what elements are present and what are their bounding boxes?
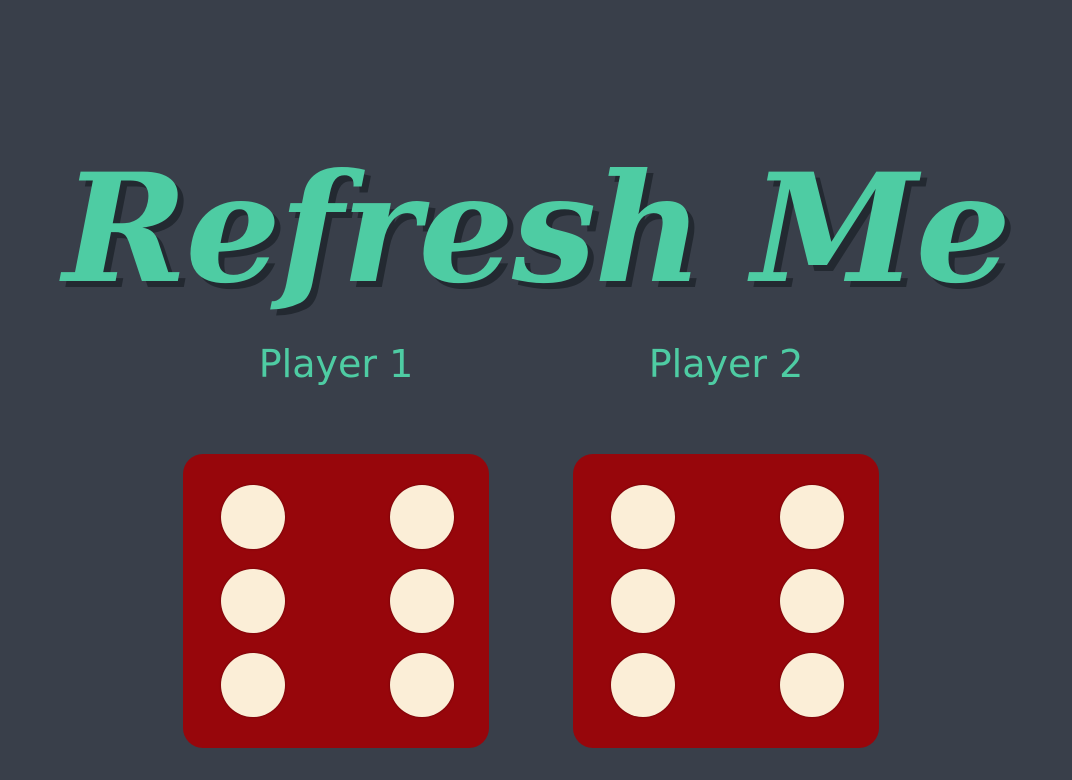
die-pip — [780, 653, 844, 717]
die-pip — [221, 485, 285, 549]
die-pip — [611, 485, 675, 549]
die-pip — [390, 485, 454, 549]
page-title: Refresh Me — [62, 140, 1011, 317]
player-2-die — [573, 454, 879, 748]
die-pip — [780, 569, 844, 633]
player-1-label: Player 1 — [258, 342, 414, 386]
die-pip — [611, 569, 675, 633]
die-pip — [221, 569, 285, 633]
die-pip — [390, 569, 454, 633]
die-pip — [221, 653, 285, 717]
player-1-die — [183, 454, 489, 748]
die-pip — [780, 485, 844, 549]
player-2-label: Player 2 — [648, 342, 804, 386]
die-pip — [611, 653, 675, 717]
die-pip — [390, 653, 454, 717]
